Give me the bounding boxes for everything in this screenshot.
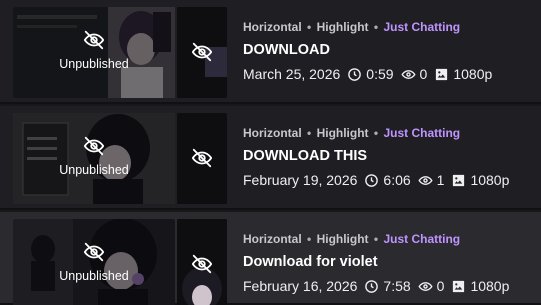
video-title[interactable]: Download for violet [243,254,378,270]
format-label: Horizontal [243,20,302,34]
video-thumbnail[interactable]: Unpublished [13,113,175,204]
category-link[interactable]: Just Chatting [383,232,460,246]
video-row[interactable]: Unpublished Horizontal • Highlight • Jus… [0,212,541,305]
image-icon [434,67,449,82]
video-thumbnail[interactable]: Unpublished [13,219,175,305]
separator: • [307,232,312,246]
clock-icon [364,279,379,294]
video-meta-line: Horizontal • Highlight • Just Chatting [243,126,460,140]
video-stats: February 16, 2026 7:58 0 1080p [243,278,509,294]
type-label: Highlight [316,232,369,246]
video-date: February 16, 2026 [243,278,358,294]
eye-off-icon [191,147,213,169]
video-date: February 19, 2026 [243,172,358,188]
vertical-thumbnail[interactable] [177,113,227,204]
vertical-thumbnail[interactable] [177,219,227,305]
eye-off-icon [83,29,105,51]
category-link[interactable]: Just Chatting [383,126,460,140]
video-meta-line: Horizontal • Highlight • Just Chatting [243,232,460,246]
format-label: Horizontal [243,232,302,246]
vertical-thumbnail[interactable] [177,7,227,98]
video-views: 0 [436,278,445,294]
type-label: Highlight [316,20,369,34]
eye-off-icon [83,241,105,263]
thumbnail-shade [13,7,175,98]
video-views: 1 [436,172,445,188]
unpublished-label: Unpublished [59,163,129,177]
video-row[interactable]: Unpublished Horizontal • Highlight • Jus… [0,0,541,104]
separator: • [373,232,379,246]
video-stats: February 19, 2026 6:06 1 1080p [243,172,509,188]
format-label: Horizontal [243,126,302,140]
separator: • [373,20,379,34]
video-title[interactable]: DOWNLOAD THIS [243,148,367,164]
eye-icon [418,279,433,294]
eye-icon [401,67,416,82]
video-duration: 0:59 [366,66,394,82]
eye-off-icon [191,41,213,63]
video-thumbnail[interactable]: Unpublished [13,7,175,98]
type-label: Highlight [316,126,369,140]
image-icon [451,173,466,188]
video-duration: 6:06 [383,172,411,188]
video-row[interactable]: Unpublished Horizontal • Highlight • Jus… [0,106,541,210]
video-meta-line: Horizontal • Highlight • Just Chatting [243,20,460,34]
eye-off-icon [83,135,105,157]
video-duration: 7:58 [383,278,411,294]
eye-icon [418,173,433,188]
video-views: 0 [419,66,428,82]
video-date: March 25, 2026 [243,66,341,82]
thumbnail-shade [13,113,175,204]
separator: • [373,126,379,140]
image-icon [451,279,466,294]
video-quality: 1080p [470,278,510,294]
unpublished-label: Unpublished [59,269,129,283]
eye-off-icon [191,253,213,275]
clock-icon [364,173,379,188]
separator: • [307,20,312,34]
unpublished-label: Unpublished [59,57,129,71]
video-quality: 1080p [470,172,510,188]
video-title[interactable]: DOWNLOAD [243,42,330,58]
clock-icon [347,67,362,82]
video-list: Unpublished Horizontal • Highlight • Jus… [0,0,541,305]
video-quality: 1080p [453,66,493,82]
separator: • [307,126,312,140]
video-stats: March 25, 2026 0:59 0 1080p [243,66,492,82]
category-link[interactable]: Just Chatting [383,20,460,34]
